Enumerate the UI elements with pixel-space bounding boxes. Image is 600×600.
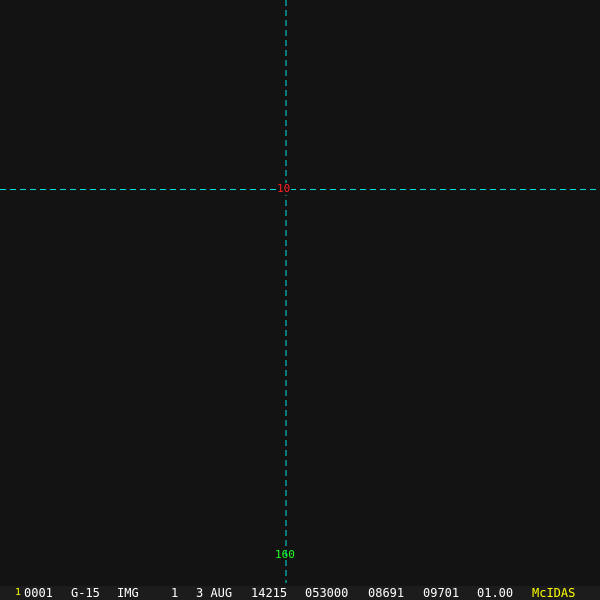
frame-number: 1: [15, 587, 22, 598]
image-type: IMG: [117, 586, 139, 600]
frame-id: 0001: [24, 586, 53, 600]
satellite: G-15: [71, 586, 100, 600]
magnification: 01.00: [477, 586, 514, 600]
band: 1: [171, 586, 179, 600]
status-bar: 1 0001 G-15 IMG 1 3 AUG 14215 053000 086…: [0, 586, 600, 600]
date: 3 AUG: [196, 586, 233, 600]
julian-date: 14215: [251, 586, 288, 600]
latitude-label: 10: [276, 182, 292, 195]
image-frame[interactable]: 10 160 1 0001 G-15 IMG 1 3 AUG 14215 053…: [0, 0, 600, 600]
time: 053000: [305, 586, 349, 600]
line-value: 08691: [368, 586, 405, 600]
grid-lines: [0, 0, 600, 583]
element-value: 09701: [423, 586, 460, 600]
longitude-label: 160: [275, 548, 295, 561]
mcidas-brand: McIDAS: [532, 586, 576, 600]
